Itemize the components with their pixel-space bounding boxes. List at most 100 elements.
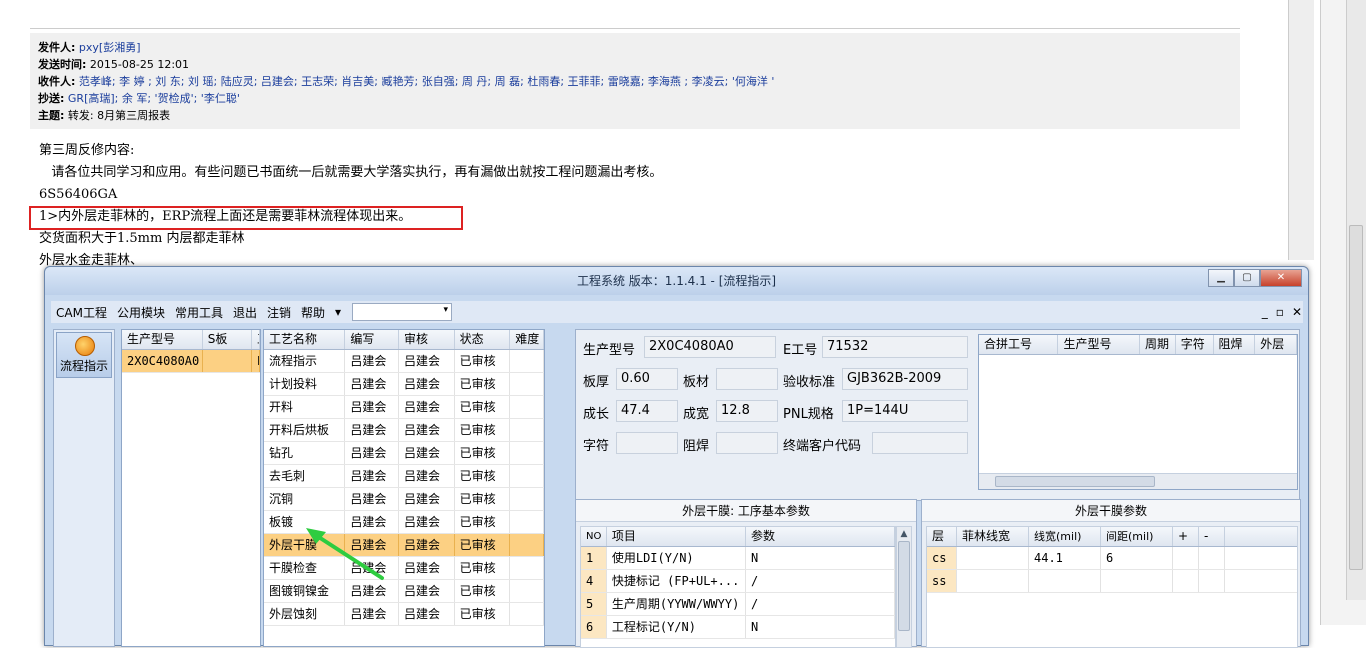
mdi-close-icon[interactable]: ✕ — [1292, 305, 1302, 319]
h-scrollbar-thumb[interactable] — [995, 476, 1155, 487]
table-row[interactable]: 6 工程标记(Y/N) N — [581, 616, 895, 639]
menu-common-modules[interactable]: 公用模块 — [112, 304, 170, 321]
col-model[interactable]: 生产型号 — [122, 330, 203, 349]
table-row[interactable]: 外层蚀刻 吕建会 吕建会 已审核 — [264, 603, 544, 626]
menu-overflow-icon[interactable]: ▾ — [330, 305, 346, 319]
sender-link[interactable]: pxy[彭湘勇] — [79, 41, 141, 54]
mask-field[interactable] — [716, 432, 778, 454]
col-no[interactable]: NO — [581, 527, 607, 546]
col-s-board[interactable]: S板 — [203, 330, 253, 349]
length-field[interactable]: 47.4 — [616, 400, 678, 422]
col-combine-model[interactable]: 生产型号 — [1058, 335, 1140, 354]
cell: N — [746, 547, 895, 569]
thickness-field[interactable]: 0.60 — [616, 368, 678, 390]
cell — [1101, 570, 1173, 592]
subject: 转发: 8月第三周报表 — [67, 109, 171, 122]
params-grid: NO 项目 参数 1 使用LDI(Y/N) N 4 快捷标记 (FP+UL+.../5 生… — [580, 526, 896, 648]
model-field[interactable]: 2X0C4080A0 — [644, 336, 776, 358]
col-mask[interactable]: 阻焊 — [1214, 335, 1256, 354]
col-reviewer[interactable]: 审核 — [399, 330, 455, 349]
e-label: E工号 — [783, 343, 818, 358]
table-row[interactable]: 开料后烘板 吕建会 吕建会 已审核 — [264, 419, 544, 442]
cell: 吕建会 — [399, 396, 455, 418]
char-field[interactable] — [616, 432, 678, 454]
app-window: 工程系统 版本：1.1.4.1 - [流程指示] ▁ ▢ ✕ CAM工程 公用模… — [44, 266, 1309, 648]
table-row[interactable]: 1 使用LDI(Y/N) N — [581, 547, 895, 570]
table-row[interactable]: 流程指示 吕建会 吕建会 已审核 — [264, 350, 544, 373]
cell: cs — [927, 547, 957, 569]
col-layer[interactable]: 层 — [927, 527, 957, 546]
mdi-minimize-icon[interactable]: _ — [1262, 305, 1268, 319]
col-difficulty[interactable]: 难度 — [510, 330, 544, 349]
col-author[interactable]: 编写 — [345, 330, 400, 349]
cell: 吕建会 — [345, 465, 400, 487]
width-field[interactable]: 12.8 — [716, 400, 778, 422]
table-row[interactable]: cs 44.1 6 — [927, 547, 1297, 570]
cc-list[interactable]: GR[高瑞]; 余 军; '贺检成'; '李仁聪' — [68, 92, 240, 105]
cell: 吕建会 — [345, 396, 400, 418]
material-field[interactable] — [716, 368, 778, 390]
col-extra[interactable]: 工 — [252, 330, 260, 349]
material-label: 板材 — [683, 375, 710, 390]
customer-field[interactable] — [872, 432, 968, 454]
cell: 已审核 — [455, 373, 511, 395]
outer-scrollbar-thumb[interactable] — [1349, 225, 1363, 570]
table-row[interactable]: 2X0C4080A0 P: — [122, 350, 260, 373]
e-field[interactable]: 71532 — [822, 336, 968, 358]
table-row[interactable]: 钻孔 吕建会 吕建会 已审核 — [264, 442, 544, 465]
recipients-label: 收件人: — [38, 75, 76, 88]
table-row[interactable]: ss — [927, 570, 1297, 593]
pnl-field[interactable]: 1P=144U — [842, 400, 968, 422]
cell — [510, 488, 544, 510]
cell: 外层蚀刻 — [264, 603, 346, 625]
nav-flow-button[interactable]: 流程指示 — [56, 332, 112, 378]
col-process[interactable]: 工艺名称 — [264, 330, 346, 349]
standard-field[interactable]: GJB362B-2009 — [842, 368, 968, 390]
menu-logout[interactable]: 注销 — [262, 304, 296, 321]
table-row[interactable]: 开料 吕建会 吕建会 已审核 — [264, 396, 544, 419]
maximize-button[interactable]: ▢ — [1234, 269, 1260, 287]
cell: 去毛刺 — [264, 465, 346, 487]
params-scrollbar-thumb[interactable] — [898, 541, 910, 631]
body-line: 第三周反修内容: — [39, 143, 135, 158]
cell — [1173, 570, 1199, 592]
menu-cam[interactable]: CAM工程 — [51, 304, 112, 321]
menu-exit[interactable]: 退出 — [228, 304, 262, 321]
cell — [510, 442, 544, 464]
menu-dropdown[interactable] — [352, 303, 453, 321]
col-param[interactable]: 参数 — [746, 527, 895, 546]
table-row[interactable]: 4 快捷标记 (FP+UL+... / — [581, 570, 895, 593]
close-button[interactable]: ✕ — [1260, 269, 1302, 287]
film-title: 外层干膜参数 — [922, 500, 1300, 522]
col-status[interactable]: 状态 — [455, 330, 511, 349]
menu-tools[interactable]: 常用工具 — [170, 304, 228, 321]
recipients-list[interactable]: 范孝峰; 李 婷 ; 刘 东; 刘 瑶; 陆应灵; 吕建会; 王志荣; 肖吉美;… — [79, 75, 774, 88]
col-minus[interactable]: - — [1199, 527, 1225, 546]
scroll-up-icon[interactable]: ▲ — [897, 527, 911, 541]
minimize-button[interactable]: ▁ — [1208, 269, 1234, 287]
email-scrollbar[interactable] — [1288, 0, 1314, 260]
col-cycle[interactable]: 周期 — [1140, 335, 1176, 354]
table-row[interactable]: 沉铜 吕建会 吕建会 已审核 — [264, 488, 544, 511]
menu-help[interactable]: 帮助 — [296, 304, 330, 321]
col-combine[interactable]: 合拼工号 — [979, 335, 1059, 354]
model-label: 生产型号 — [583, 343, 636, 358]
col-outer[interactable]: 外层 — [1255, 335, 1297, 354]
cell: 6 — [1101, 547, 1173, 569]
col-line-width[interactable]: 线宽(mil) — [1029, 527, 1101, 546]
cell: 6 — [581, 616, 607, 638]
h-scrollbar[interactable] — [979, 473, 1297, 489]
table-row[interactable]: 去毛刺 吕建会 吕建会 已审核 — [264, 465, 544, 488]
col-plus[interactable]: + — [1173, 527, 1199, 546]
col-item[interactable]: 项目 — [607, 527, 746, 546]
cell: 吕建会 — [345, 419, 400, 441]
col-film-width[interactable]: 菲林线宽 — [957, 527, 1029, 546]
table-row[interactable]: 计划投料 吕建会 吕建会 已审核 — [264, 373, 544, 396]
params-scrollbar[interactable]: ▲ — [896, 526, 912, 648]
table-row[interactable]: 5 生产周期(YYWW/WWYY) / — [581, 593, 895, 616]
mdi-restore-icon[interactable]: ▫ — [1276, 305, 1284, 319]
col-char[interactable]: 字符 — [1176, 335, 1214, 354]
col-spacing[interactable]: 间距(mil) — [1101, 527, 1173, 546]
cell: 已审核 — [455, 603, 511, 625]
pnl-label: PNL规格 — [783, 407, 834, 422]
